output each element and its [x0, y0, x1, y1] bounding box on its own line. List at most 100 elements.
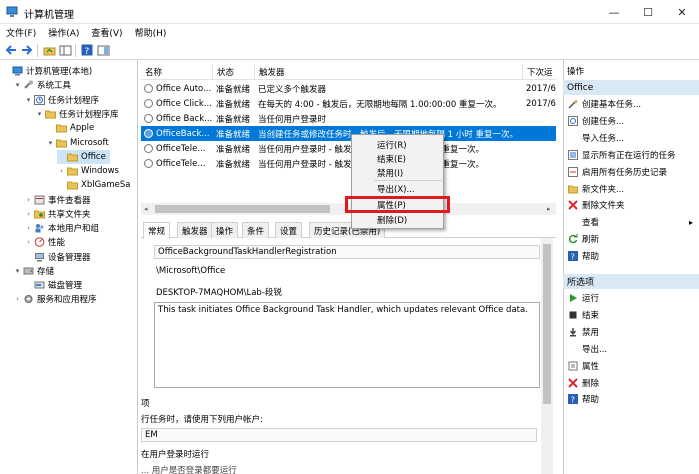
- tree-item-2[interactable]: ▾ 任务计划程序: [24, 93, 99, 107]
- action-office-7[interactable]: 查看 ▸: [563, 215, 693, 229]
- tree-item-0[interactable]: 计算机管理(本地): [2, 64, 92, 78]
- expand-arrow-icon[interactable]: ▾: [13, 267, 22, 275]
- properties-panel-icon[interactable]: [96, 43, 110, 57]
- action-selected-1[interactable]: 结束: [563, 308, 693, 322]
- context-menu-export[interactable]: 导出(X)...: [353, 182, 442, 196]
- tree-item-14[interactable]: ▾ 存储: [13, 264, 54, 278]
- help-icon: ?: [568, 251, 578, 262]
- tree-item-4[interactable]: Apple: [46, 121, 94, 135]
- expand-arrow-icon[interactable]: ▾: [35, 110, 44, 118]
- actions-section-selected[interactable]: 所选项: [563, 274, 699, 289]
- expand-arrow-icon[interactable]: ›: [24, 224, 33, 232]
- action-selected-2[interactable]: 禁用: [563, 325, 693, 339]
- expand-arrow-icon[interactable]: ▾: [24, 96, 33, 104]
- task-description[interactable]: This task initiates Office Background Ta…: [154, 302, 540, 388]
- expand-arrow-icon[interactable]: ›: [57, 167, 66, 175]
- up-folder-icon[interactable]: [42, 43, 56, 57]
- delete-icon: [568, 200, 578, 211]
- task-name-field[interactable]: OfficeBackgroundTaskHandlerRegistration: [154, 245, 540, 259]
- tab-conditions[interactable]: 条件: [242, 222, 270, 238]
- table-row[interactable]: OfficeBack...准备就绪当创建任务或修改任务时 - 触发后，无限期地每…: [141, 126, 556, 141]
- scroll-right-icon[interactable]: ▸: [547, 205, 551, 213]
- action-office-3[interactable]: 显示所有正在运行的任务: [563, 148, 693, 162]
- tree-item-9[interactable]: › 事件查看器: [24, 193, 91, 207]
- tree-item-11[interactable]: › 本地用户和组: [24, 221, 99, 235]
- tree-item-12[interactable]: › 性能: [24, 235, 65, 249]
- help-icon[interactable]: ?: [80, 43, 94, 57]
- menu-help[interactable]: 帮助(H): [135, 26, 167, 39]
- tree-item-15[interactable]: 磁盘管理: [24, 278, 82, 292]
- table-row[interactable]: OfficeTele...准备就绪当任何用户登录时 - 触发后，无限期地每隔 1…: [141, 156, 556, 171]
- column-header-trigger[interactable]: 触发器: [255, 64, 523, 80]
- expand-arrow-icon[interactable]: ▾: [46, 139, 55, 147]
- expand-arrow-icon[interactable]: ›: [24, 210, 33, 218]
- tree-item-16[interactable]: › 服务和应用程序: [13, 292, 97, 306]
- table-row[interactable]: Office Auto... 准备就绪 已定义多个触发器 2017/6: [141, 81, 556, 96]
- table-row[interactable]: Office Click... 准备就绪 在每天的 4:00 - 触发后，无限期地每…: [141, 96, 556, 111]
- action-office-4[interactable]: 启用所有任务历史记录: [563, 165, 693, 179]
- tree-item-10[interactable]: › 共享文件夹: [24, 207, 90, 221]
- column-header-next-run[interactable]: 下次运: [523, 64, 556, 80]
- tab-triggers[interactable]: 触发器: [177, 222, 213, 238]
- tab-settings[interactable]: 设置: [275, 222, 303, 238]
- context-menu-run[interactable]: 运行(R): [353, 138, 442, 152]
- task-author: DESKTOP-7MAQHOM\Lab-段锐: [156, 288, 282, 298]
- context-menu-delete[interactable]: 删除(D): [353, 213, 442, 227]
- task-status: 准备就绪: [216, 129, 251, 140]
- table-row[interactable]: OfficeTele...准备就绪当任何用户登录时 - 触发后，无限期地每隔 1…: [141, 141, 556, 156]
- tree-item-3[interactable]: ▾ 任务计划程序库: [35, 107, 119, 121]
- action-selected-3[interactable]: 导出...: [563, 342, 693, 356]
- action-office-9[interactable]: ? 帮助: [563, 249, 693, 263]
- table-row[interactable]: Office Back... 准备就绪 当任何用户登录时: [141, 111, 556, 126]
- tree-item-6[interactable]: Office: [57, 150, 110, 164]
- action-office-1[interactable]: 创建任务...: [563, 114, 693, 128]
- tab-general[interactable]: 常规: [143, 222, 171, 239]
- task-list: 名称 状态 触发器 下次运 Office Auto... 准备就绪 已定义多个触发器…: [141, 64, 556, 216]
- show-hide-tree-icon[interactable]: [58, 43, 72, 57]
- scroll-left-icon[interactable]: ◂: [144, 205, 148, 213]
- maximize-button[interactable]: ☐: [631, 0, 665, 24]
- storage-icon: [23, 266, 34, 276]
- submenu-arrow-icon: ▸: [688, 217, 693, 227]
- share-icon: [34, 209, 45, 219]
- run-when-logged-on-radio[interactable]: 在用户登录时运行: [141, 448, 209, 460]
- expand-arrow-icon[interactable]: ▾: [13, 81, 22, 89]
- expand-arrow-icon[interactable]: ›: [24, 238, 33, 246]
- action-selected-4[interactable]: 属性: [563, 359, 693, 373]
- menu-file[interactable]: 文件(F): [6, 26, 36, 39]
- back-arrow-icon[interactable]: [4, 43, 18, 57]
- tree-item-1[interactable]: ▾ 系统工具: [13, 78, 71, 92]
- task-next-run: 2017/6: [526, 83, 556, 94]
- close-button[interactable]: ✕: [665, 0, 699, 24]
- action-office-2[interactable]: 导入任务...: [563, 131, 693, 145]
- tab-actions[interactable]: 操作: [211, 222, 239, 238]
- action-selected-5[interactable]: 删除: [563, 376, 693, 390]
- menu-view[interactable]: 查看(V): [91, 26, 122, 39]
- menu-action[interactable]: 操作(A): [48, 26, 79, 39]
- task-icon: [144, 99, 153, 108]
- tree-item-5[interactable]: ▾ Microsoft: [46, 136, 109, 150]
- minimize-button[interactable]: —: [597, 0, 631, 24]
- expand-arrow-icon[interactable]: ›: [24, 196, 33, 204]
- action-selected-6[interactable]: ? 帮助: [563, 392, 693, 406]
- action-office-5[interactable]: 新文件夹...: [563, 182, 693, 196]
- tree-item-13[interactable]: 设备管理器: [24, 250, 91, 264]
- expand-arrow-icon[interactable]: ›: [13, 295, 22, 303]
- run-whether-logged-on-radio[interactable]: ... 用户是否登录都要运行: [141, 464, 237, 474]
- action-office-8[interactable]: 刷新: [563, 232, 693, 246]
- action-label: 导出...: [582, 344, 608, 355]
- tree-item-8[interactable]: XblGameSa: [57, 178, 131, 192]
- forward-arrow-icon[interactable]: [20, 43, 34, 57]
- action-office-6[interactable]: 删除文件夹: [563, 198, 693, 212]
- context-menu-end[interactable]: 结束(E): [353, 152, 442, 166]
- vertical-scroll-thumb[interactable]: [543, 244, 551, 404]
- action-selected-0[interactable]: 运行: [563, 291, 693, 305]
- column-header-status[interactable]: 状态: [213, 64, 255, 80]
- horizontal-scroll-thumb[interactable]: [155, 205, 330, 213]
- context-menu-disable[interactable]: 禁用(I): [353, 166, 442, 180]
- actions-section-office[interactable]: Office: [563, 80, 699, 95]
- column-header-name[interactable]: 名称: [141, 64, 213, 80]
- action-office-0[interactable]: 创建基本任务...: [563, 97, 693, 111]
- computer-management-icon: [6, 6, 18, 18]
- tree-item-7[interactable]: › Windows: [57, 164, 119, 178]
